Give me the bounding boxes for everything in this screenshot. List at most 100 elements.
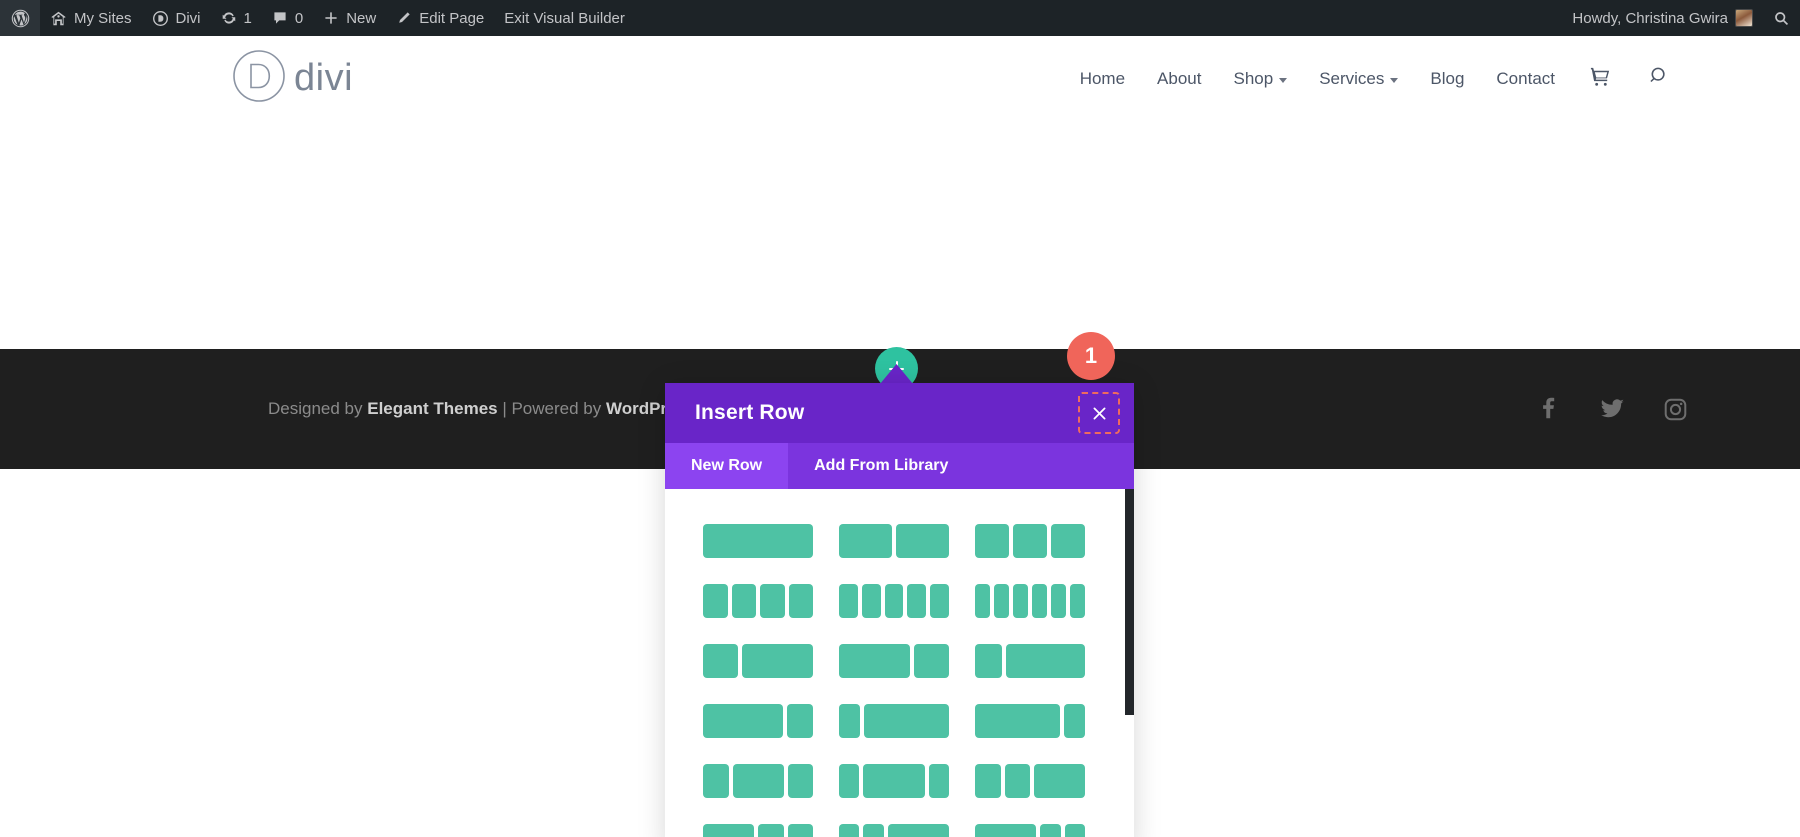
row-layout-column <box>1005 764 1031 798</box>
row-layout-option[interactable] <box>703 511 813 571</box>
row-layout-option[interactable] <box>839 811 949 837</box>
row-layout-column <box>975 764 1001 798</box>
nav-item-services[interactable]: Services <box>1303 69 1414 89</box>
instagram-icon[interactable] <box>1663 397 1688 422</box>
row-layout-option[interactable] <box>703 631 813 691</box>
wordpress-icon <box>10 8 31 29</box>
tab-add-from-library[interactable]: Add From Library <box>788 443 974 489</box>
admin-bar-comments[interactable]: 0 <box>262 0 313 36</box>
row-layout-column <box>1013 524 1047 558</box>
row-layout-column <box>862 584 881 618</box>
site-logo[interactable]: divi <box>232 49 353 108</box>
modal-title: Insert Row <box>695 401 804 425</box>
row-layout-column <box>787 704 814 738</box>
admin-bar-updates-count: 1 <box>244 10 252 27</box>
row-layout-column <box>839 824 859 837</box>
row-layout-column <box>839 584 858 618</box>
row-layout-column <box>839 644 910 678</box>
row-layout-column <box>733 764 784 798</box>
modal-header: Insert Row <box>665 383 1134 443</box>
avatar <box>1735 9 1753 27</box>
nav-item-contact[interactable]: Contact <box>1480 69 1571 89</box>
row-layout-column <box>1065 824 1085 837</box>
row-layout-option[interactable] <box>703 751 813 811</box>
nav-item-shop[interactable]: Shop <box>1217 69 1303 89</box>
row-layout-column <box>758 824 784 837</box>
modal-scrollbar-track[interactable] <box>1125 489 1134 837</box>
row-layout-option[interactable] <box>839 511 949 571</box>
nav-item-shop-label: Shop <box>1233 69 1273 89</box>
header-search-button[interactable] <box>1630 65 1688 92</box>
row-layout-column <box>907 584 926 618</box>
row-layout-option[interactable] <box>975 631 1085 691</box>
footer-credit-brand[interactable]: Elegant Themes <box>367 399 497 418</box>
row-layout-column <box>975 524 1009 558</box>
row-layout-option[interactable] <box>839 751 949 811</box>
nav-item-about-label: About <box>1157 69 1201 89</box>
row-layout-option[interactable] <box>839 571 949 631</box>
modal-scrollbar-thumb[interactable] <box>1125 489 1134 715</box>
admin-bar-edit-page[interactable]: Edit Page <box>386 0 494 36</box>
divi-icon <box>152 10 169 27</box>
admin-bar-updates[interactable]: 1 <box>211 0 262 36</box>
admin-bar-new[interactable]: New <box>313 0 386 36</box>
twitter-icon[interactable] <box>1599 396 1625 422</box>
close-button[interactable] <box>1078 392 1120 434</box>
row-layout-option[interactable] <box>975 571 1085 631</box>
admin-bar-left-group: My Sites Divi 1 0 New <box>0 0 635 36</box>
row-layout-column <box>885 584 904 618</box>
row-layout-column <box>975 584 990 618</box>
row-layout-column <box>788 824 814 837</box>
nav-item-about[interactable]: About <box>1141 69 1217 89</box>
nav-item-home[interactable]: Home <box>1064 69 1141 89</box>
admin-bar-divi[interactable]: Divi <box>142 0 211 36</box>
row-layout-option[interactable] <box>975 751 1085 811</box>
row-layout-column <box>1040 824 1060 837</box>
pencil-icon <box>396 10 412 26</box>
admin-bar-new-label: New <box>346 10 376 27</box>
admin-bar-comments-count: 0 <box>295 10 303 27</box>
row-layout-option[interactable] <box>975 811 1085 837</box>
modal-body <box>665 489 1134 837</box>
row-layout-option[interactable] <box>839 631 949 691</box>
admin-bar-account[interactable]: Howdy, Christina Gwira <box>1562 0 1763 36</box>
tab-new-row[interactable]: New Row <box>665 443 788 489</box>
wordpress-logo-button[interactable] <box>0 0 40 36</box>
row-layout-column <box>864 704 949 738</box>
admin-bar-search-button[interactable] <box>1763 0 1800 36</box>
tab-add-from-library-label: Add From Library <box>814 457 948 475</box>
insert-row-modal: Insert Row New Row Add From Library <box>665 383 1134 837</box>
row-layout-option[interactable] <box>975 511 1085 571</box>
my-sites-icon <box>50 10 67 27</box>
divi-logo-mark-icon <box>232 49 286 108</box>
comments-icon <box>272 10 288 26</box>
admin-bar-my-sites-label: My Sites <box>74 10 132 27</box>
row-layout-column <box>930 584 949 618</box>
nav-item-blog[interactable]: Blog <box>1414 69 1480 89</box>
row-layout-column <box>863 824 883 837</box>
row-layout-option[interactable] <box>703 691 813 751</box>
facebook-icon[interactable] <box>1537 397 1561 421</box>
row-layout-column <box>1051 524 1085 558</box>
row-layout-column <box>975 704 1060 738</box>
row-layout-column <box>839 764 859 798</box>
row-layout-column <box>760 584 785 618</box>
row-layout-column <box>703 704 783 738</box>
admin-bar-my-sites[interactable]: My Sites <box>40 0 142 36</box>
row-layout-option[interactable] <box>703 811 813 837</box>
close-icon <box>1091 405 1108 422</box>
admin-bar-exit-visual-builder[interactable]: Exit Visual Builder <box>494 0 635 36</box>
cart-button[interactable] <box>1571 65 1630 93</box>
footer-social-links <box>1537 396 1688 422</box>
row-layout-column <box>742 644 813 678</box>
row-layout-column <box>1032 584 1047 618</box>
admin-bar-howdy-label: Howdy, Christina Gwira <box>1572 10 1728 27</box>
updates-icon <box>221 10 237 26</box>
step-badge-number: 1 <box>1085 343 1097 369</box>
row-layout-option[interactable] <box>839 691 949 751</box>
row-layout-column <box>863 764 924 798</box>
step-badge: 1 <box>1067 332 1115 380</box>
chevron-down-icon <box>1390 78 1398 83</box>
row-layout-option[interactable] <box>975 691 1085 751</box>
row-layout-option[interactable] <box>703 571 813 631</box>
